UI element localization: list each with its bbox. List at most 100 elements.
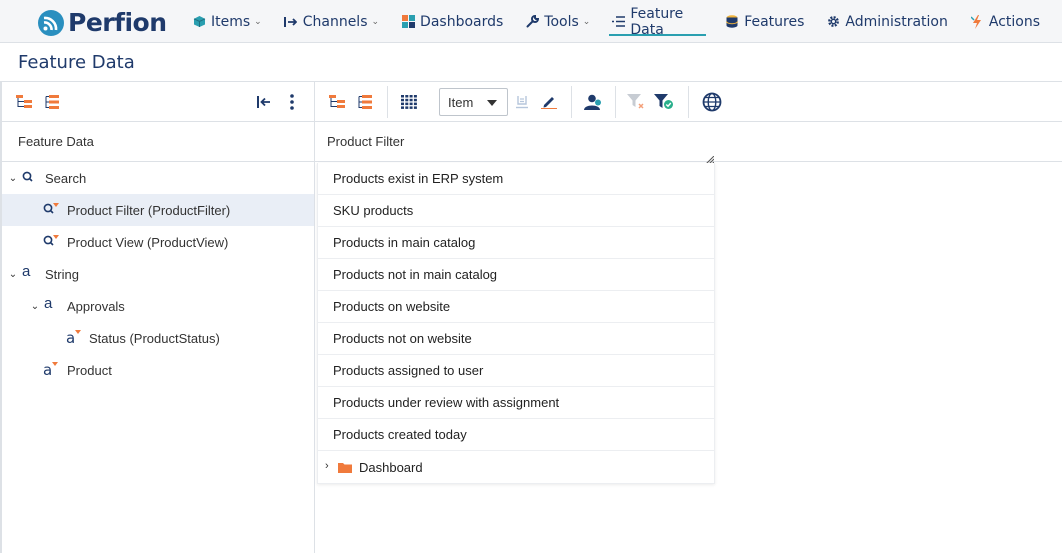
tree-item-product[interactable]: a Product [2,354,314,386]
clear-filter-button[interactable] [626,92,646,112]
nav-actions-label: Actions [988,13,1040,30]
right-panel-header: Product Filter [315,122,1062,165]
apply-filter-button[interactable] [654,92,674,112]
nav-features[interactable]: Features [725,0,804,43]
tree-item-search[interactable]: ⌄ Search [2,162,314,194]
tree-item-string[interactable]: ⌄ a String [2,258,314,290]
tree-item-product-filter[interactable]: Product Filter (ProductFilter) [2,194,314,226]
list-item[interactable]: Products in main catalog [318,227,714,259]
edit-button[interactable] [539,92,559,112]
chevron-down-icon: ⌄ [254,16,262,27]
search-filter-icon [43,202,61,218]
save-button[interactable] [512,92,532,112]
kebab-menu-icon [290,94,294,110]
expand-tree-button[interactable] [327,92,347,112]
column-chooser-button[interactable] [399,92,419,112]
toolbar-separator [571,86,572,118]
collapse-panel-button[interactable] [254,92,274,112]
tree-item-status[interactable]: a Status (ProductStatus) [2,322,314,354]
toolbar-separator [688,86,689,118]
search-icon [22,171,40,187]
string-feature-icon: a [66,329,84,347]
string-icon: a [44,295,53,312]
list-item[interactable]: Products exist in ERP system [318,163,714,195]
channel-arrow-icon [284,15,298,29]
resize-grip-icon[interactable] [705,152,715,165]
nav-items[interactable]: Items ⌄ [192,0,262,43]
nav-items-label: Items [211,13,251,30]
nav-actions[interactable]: Actions [970,0,1040,43]
svg-text:a: a [66,329,75,345]
tree-item-approvals[interactable]: ⌄ a Approvals [2,290,314,322]
filter-check-icon [654,94,673,109]
tree-item-label: String [45,266,79,282]
nav-tools[interactable]: Tools ⌄ [525,0,590,43]
columns-grid-icon [401,95,417,109]
item-type-select[interactable]: Item [439,88,508,116]
chevron-down-icon[interactable]: ⌄ [30,301,40,312]
user-assign-button[interactable] [583,92,603,112]
list-item[interactable]: Products on website [318,291,714,323]
nav-administration-label: Administration [845,13,948,30]
chevron-down-icon[interactable]: ⌄ [8,173,18,184]
wrench-icon [525,15,539,29]
list-item[interactable]: Products not on website [318,323,714,355]
nav-features-label: Features [744,13,805,30]
string-feature-icon: a [43,361,61,379]
list-item[interactable]: Products assigned to user [318,355,714,387]
folder-label: Dashboard [359,459,423,475]
dashboard-grid-icon [401,15,415,29]
tree-item-label: Approvals [67,298,125,314]
more-options-button[interactable] [282,92,302,112]
list-item[interactable]: SKU products [318,195,714,227]
tree-item-product-view[interactable]: Product View (ProductView) [2,226,314,258]
collapse-tree-button[interactable] [355,92,375,112]
nav-feature-data[interactable]: Feature Data [609,0,707,43]
chevron-down-icon: ⌄ [371,16,380,27]
page-title: Feature Data [18,52,135,73]
product-filter-panel: Item Product Filter Products exist in ER… [315,82,1062,553]
string-icon: a [22,263,31,280]
nav-dashboards[interactable]: Dashboards [401,0,503,43]
chevron-right-icon[interactable]: › [325,460,329,472]
chevron-down-icon: ⌄ [582,16,591,27]
nav-administration[interactable]: Administration [826,0,948,43]
main-menu: Items ⌄ Channels ⌄ Dashboards Tools ⌄ Fe… [192,0,1062,43]
nav-feature-data-label: Feature Data [630,5,684,38]
gear-icon [826,15,840,29]
chevron-down-icon[interactable]: ⌄ [8,269,18,280]
right-toolbar: Item [315,82,1062,122]
collapse-tree-button[interactable] [42,92,62,112]
folder-dashboard[interactable]: › Dashboard [318,451,714,483]
feature-tree: ⌄ Search Product Filter (ProductFilter) … [2,162,314,386]
list-item[interactable]: Products under review with assignment [318,387,714,419]
tree-item-label: Product Filter (ProductFilter) [67,202,231,218]
feature-data-panel: Feature Data ⌄ Search Product Filter (Pr… [0,82,315,553]
list-icon [612,15,626,29]
tree-expand-icon [329,95,345,108]
toolbar-separator [387,86,388,118]
collapse-left-icon [257,96,270,108]
nav-channels[interactable]: Channels ⌄ [284,0,379,43]
list-item[interactable]: Products not in main catalog [318,259,714,291]
product-filter-title: Product Filter [327,134,405,149]
svg-text:a: a [43,361,52,377]
folder-icon [338,461,352,473]
product-filter-list: Products exist in ERP system SKU product… [317,163,715,484]
globe-icon [702,92,722,112]
language-button[interactable] [702,92,722,112]
toolbar-separator [615,86,616,118]
tree-item-label: Search [45,170,87,186]
left-toolbar [2,82,314,122]
tree-item-label: Product View (ProductView) [67,234,229,250]
perfion-logo[interactable]: Perfion [38,8,167,37]
pencil-icon [541,97,557,109]
tree-expand-icon [16,95,32,108]
left-panel-header: Feature Data [2,122,314,162]
lightning-icon [970,14,984,29]
logo-text: Perfion [68,8,167,37]
list-item[interactable]: Products created today [318,419,714,451]
nav-tools-label: Tools [544,13,579,30]
database-icon [725,15,739,29]
expand-tree-button[interactable] [14,92,34,112]
